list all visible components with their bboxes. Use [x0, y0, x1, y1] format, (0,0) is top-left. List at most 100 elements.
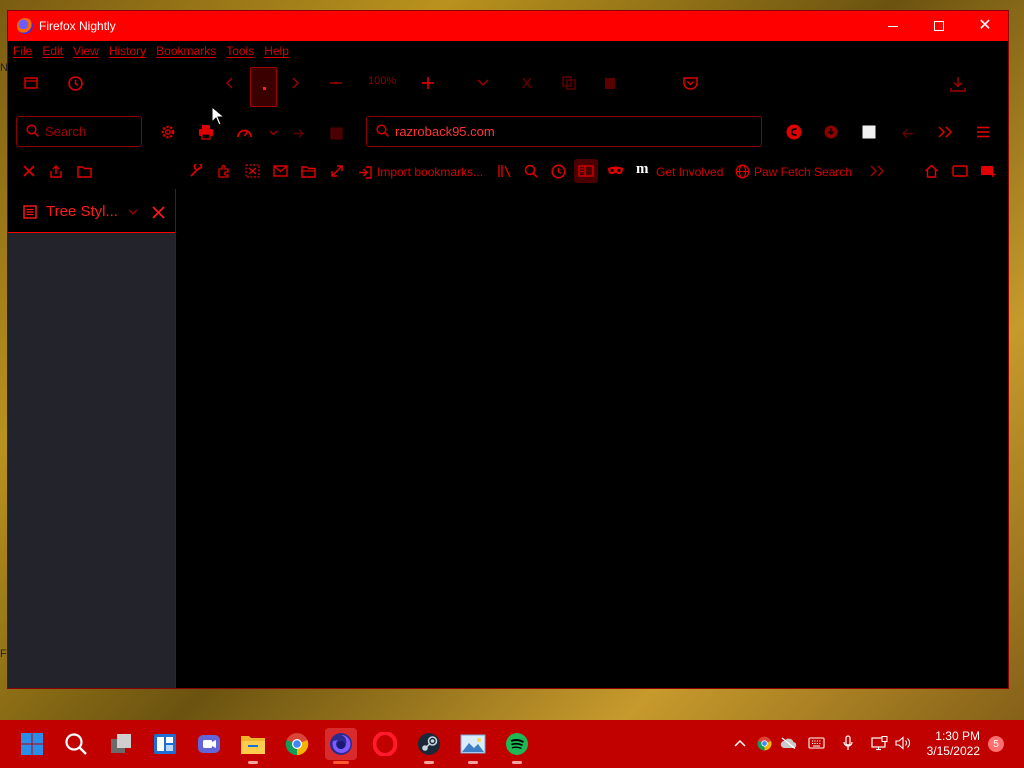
find-icon[interactable]: [523, 163, 539, 179]
firefox-nightly-taskbar-button[interactable]: [325, 728, 357, 764]
teams-chat-button[interactable]: [193, 728, 225, 760]
keyboard-icon[interactable]: [807, 734, 825, 752]
close-icon: ✕: [978, 17, 992, 34]
menu-history[interactable]: History: [109, 44, 146, 58]
maximize-button[interactable]: [916, 11, 962, 41]
folder-icon: [241, 736, 265, 754]
tabs-scroll-left-icon[interactable]: [222, 75, 238, 91]
file-explorer-button[interactable]: [237, 728, 269, 764]
back-arrow-icon[interactable]: [899, 125, 915, 141]
tabs-scroll-right-icon[interactable]: [287, 75, 303, 91]
system-clock[interactable]: 1:30 PM 3/15/2022: [914, 729, 980, 759]
speedometer-icon[interactable]: [235, 123, 253, 141]
image-viewer-icon: [460, 734, 486, 754]
chrome-button[interactable]: [281, 728, 313, 760]
firefox-nightly-icon: [330, 733, 352, 755]
notification-badge[interactable]: 5: [988, 736, 1004, 752]
paw-fetch-search-link[interactable]: Paw Fetch Search: [754, 165, 852, 179]
task-view-icon: [111, 734, 131, 753]
download-extension-icon[interactable]: [823, 124, 839, 140]
wrench-icon[interactable]: [188, 163, 204, 179]
task-view-button[interactable]: [105, 728, 137, 760]
opera-button[interactable]: [369, 728, 401, 760]
chrome-tray-icon[interactable]: [755, 734, 773, 752]
speedometer-dropdown-icon[interactable]: [267, 127, 279, 139]
get-involved-link[interactable]: Get Involved: [656, 165, 723, 179]
gear-icon[interactable]: [159, 123, 177, 141]
url-text: razroback95.com: [395, 124, 495, 139]
menu-help[interactable]: Help: [264, 44, 289, 58]
open-folder-icon[interactable]: [300, 163, 316, 179]
active-tab[interactable]: [250, 67, 277, 107]
minimize-button[interactable]: [870, 11, 916, 41]
spotify-button[interactable]: [501, 728, 533, 764]
start-button[interactable]: [16, 728, 48, 760]
menu-bookmarks[interactable]: Bookmarks: [156, 44, 216, 58]
menu-file[interactable]: File: [13, 44, 32, 58]
steam-button[interactable]: [413, 728, 445, 764]
chevron-up-icon[interactable]: [731, 734, 749, 752]
zoom-level[interactable]: 100%: [368, 75, 396, 87]
history-icon[interactable]: [66, 74, 84, 92]
white-square-icon[interactable]: [861, 124, 877, 140]
downloads-icon[interactable]: [949, 75, 967, 93]
account-icon[interactable]: [785, 123, 803, 141]
sidebar-switcher-chevron-icon[interactable]: [126, 205, 140, 219]
home-icon[interactable]: [923, 163, 939, 179]
copy-icon[interactable]: [561, 75, 577, 91]
mail-icon[interactable]: [272, 163, 288, 179]
chrome-icon: [285, 733, 309, 756]
library-icon[interactable]: [496, 163, 512, 179]
tree-style-tab-icon: [22, 204, 38, 220]
photos-button[interactable]: [457, 728, 489, 764]
new-window-icon[interactable]: [979, 163, 997, 179]
m-logo-icon: m: [636, 161, 649, 177]
fullscreen-icon[interactable]: [329, 163, 345, 179]
title-bar[interactable]: Firefox Nightly ✕: [8, 11, 1008, 41]
microphone-icon[interactable]: [839, 734, 857, 752]
paste-icon[interactable]: [602, 75, 618, 91]
tab-view-icon[interactable]: [23, 75, 39, 91]
pocket-icon[interactable]: [682, 75, 698, 91]
sidebar-title[interactable]: Tree Styl...: [46, 203, 118, 220]
search-input[interactable]: Search: [16, 116, 142, 147]
menu-edit[interactable]: Edit: [42, 44, 63, 58]
zoom-out-icon[interactable]: [328, 75, 344, 91]
sidebar-panel[interactable]: [8, 233, 176, 688]
cloud-offline-icon[interactable]: [779, 734, 797, 752]
import-bookmarks-link[interactable]: Import bookmarks...: [377, 165, 483, 179]
private-mask-icon[interactable]: [606, 163, 624, 179]
stop-icon[interactable]: [328, 125, 344, 141]
window-icon[interactable]: [951, 163, 969, 179]
taskbar-search-button[interactable]: [60, 728, 92, 760]
page-content[interactable]: [176, 189, 1008, 688]
network-icon[interactable]: [870, 734, 888, 752]
mouse-cursor-icon: [211, 106, 225, 126]
import-icon[interactable]: [357, 164, 373, 180]
volume-icon[interactable]: [894, 734, 912, 752]
close-x-icon[interactable]: [21, 163, 37, 179]
folder-icon[interactable]: [76, 163, 92, 179]
overflow-chevrons-icon[interactable]: [936, 124, 954, 140]
hamburger-menu-icon[interactable]: [975, 124, 991, 140]
bookmarks-overflow-icon[interactable]: [868, 163, 886, 179]
widgets-button[interactable]: [149, 728, 181, 760]
url-bar[interactable]: razroback95.com: [366, 116, 762, 147]
window-title: Firefox Nightly: [39, 19, 116, 33]
chevron-down-icon[interactable]: [475, 75, 491, 91]
upload-box-icon[interactable]: [48, 163, 64, 179]
menu-tools[interactable]: Tools: [226, 44, 254, 58]
forward-icon[interactable]: [290, 125, 306, 141]
menu-view[interactable]: View: [73, 44, 99, 58]
sidebars-toggle-icon[interactable]: [574, 159, 598, 183]
puzzle-icon[interactable]: [216, 163, 232, 179]
clock-icon[interactable]: [550, 163, 566, 179]
close-button[interactable]: ✕: [962, 11, 1008, 41]
sidebar-close-icon[interactable]: [150, 204, 166, 220]
globe-icon[interactable]: [734, 163, 750, 179]
search-icon: [26, 123, 39, 140]
zoom-in-icon[interactable]: [420, 75, 436, 91]
screenshot-scissors-icon[interactable]: [244, 163, 260, 179]
cut-icon[interactable]: [519, 75, 535, 91]
steam-icon: [418, 733, 440, 755]
